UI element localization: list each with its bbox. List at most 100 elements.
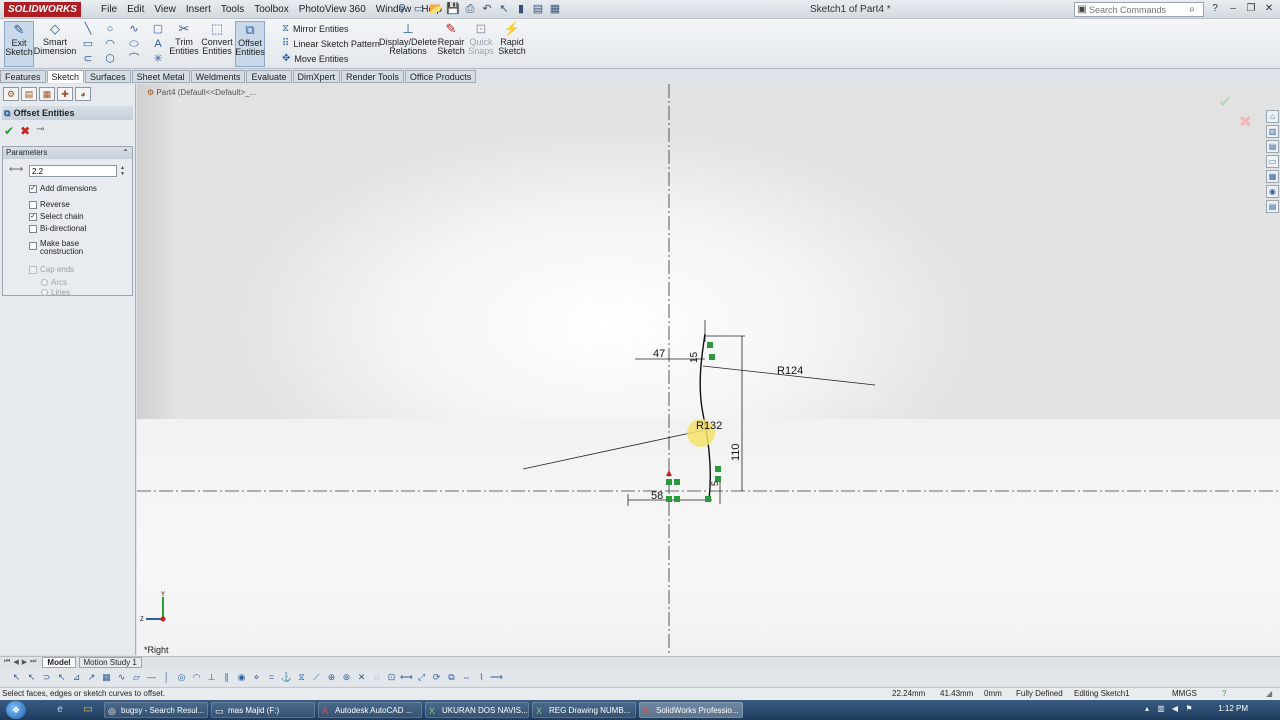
concentric-icon[interactable]: ◉ (235, 671, 248, 684)
move-entities-button[interactable]: ✥ Move Entities (282, 53, 348, 64)
dimension-110[interactable]: 110 (730, 443, 742, 461)
dimension-icon[interactable]: ⟷ (400, 671, 413, 684)
task-bugsy-search[interactable]: ◎ bugsy - Search Resul... (104, 702, 208, 718)
open-icon[interactable]: 📂 (429, 2, 443, 16)
convert-entities-button[interactable]: ⬚ Convert Entities (201, 21, 233, 67)
keep-visible-pin-icon[interactable]: ⊸ (36, 124, 44, 138)
menu-insert[interactable]: Insert (181, 2, 216, 17)
ok-check-icon[interactable]: ✔ (4, 124, 14, 138)
task-ukuran-dos[interactable]: X UKURAN DOS NAVIS... (425, 702, 529, 718)
merge-icon[interactable]: ⊕ (325, 671, 338, 684)
collapse-chevron-icon[interactable]: ⌃ (122, 147, 129, 159)
help-icon[interactable]: ? (1208, 2, 1222, 16)
arrow-icon[interactable]: ↗ (85, 671, 98, 684)
slot-tool-icon[interactable]: ⊂ (80, 52, 96, 66)
vertical-icon[interactable]: │ (160, 671, 173, 684)
flag-icon[interactable]: ⚑ (1184, 703, 1194, 715)
graphics-area[interactable]: ⚙ Part4 (Default<<Default>_... ⌕ ⌕ ◧ ⬒ ❒… (137, 84, 1280, 657)
stretch-icon[interactable]: ⇔ (460, 671, 473, 684)
bi-directional-option[interactable]: Bi-directional (29, 224, 86, 233)
menu-edit[interactable]: Edit (122, 2, 149, 17)
intersection-icon[interactable]: ✕ (355, 671, 368, 684)
lines-radio[interactable] (41, 289, 48, 296)
relation-marker[interactable] (715, 466, 721, 472)
coincident-icon[interactable]: ◎ (175, 671, 188, 684)
relation-marker[interactable] (674, 479, 680, 485)
appearances-icon[interactable]: ◉ (1266, 185, 1279, 198)
network-icon[interactable]: ▥ (1156, 703, 1166, 715)
reverse-checkbox[interactable] (29, 200, 37, 209)
new-document-icon[interactable]: ▭ (412, 2, 426, 16)
unit-system[interactable]: MMGS (1172, 688, 1197, 700)
extend-icon[interactable]: ⟶ (490, 671, 503, 684)
copy-icon[interactable]: ⧉ (445, 671, 458, 684)
task-autocad[interactable]: A Autodesk AutoCAD ... (318, 702, 422, 718)
dimension-r124[interactable]: R124 (777, 365, 803, 377)
display-manager-tab-icon[interactable]: ◕ (75, 87, 91, 101)
tab-features[interactable]: Features (0, 70, 46, 83)
equal-icon[interactable]: = (265, 671, 278, 684)
grid-icon[interactable]: ▦ (100, 671, 113, 684)
relation-marker[interactable] (666, 479, 672, 485)
reverse-option[interactable]: Reverse (29, 200, 70, 209)
spline-tool-icon[interactable]: ∿ (126, 22, 142, 36)
repair-sketch-button[interactable]: ✎ Repair Sketch (437, 21, 465, 67)
polygon-tool-icon[interactable]: ⬡ (102, 52, 118, 66)
dimension-58[interactable]: 58 (651, 490, 663, 502)
offset-entities-button[interactable]: ⧉ Offset Entities (235, 21, 265, 67)
smart-dimension-button[interactable]: ◇ Smart Dimension (34, 21, 77, 67)
fillet-tool-icon[interactable]: ⌒ (126, 52, 142, 66)
split-icon[interactable]: ⌇ (475, 671, 488, 684)
pointer-icon[interactable]: ↖ (55, 671, 68, 684)
restore-icon[interactable]: ❐ (1244, 2, 1258, 16)
resize-grip-icon[interactable]: ◢ (1266, 688, 1272, 700)
select-icon[interactable]: ↖ (497, 2, 511, 16)
rapid-sketch-button[interactable]: ⚡ Rapid Sketch (498, 21, 526, 67)
task-mas-majid[interactable]: ▭ mas Majid (F:) (211, 702, 315, 718)
view-palette-icon[interactable]: ▦ (1266, 170, 1279, 183)
mirror-entities-button[interactable]: ⧖ Mirror Entities (282, 23, 349, 34)
folder-taskbar-icon[interactable]: ▭ (80, 703, 96, 717)
text-tool-icon[interactable]: A (150, 37, 166, 51)
curve-icon[interactable]: ∿ (115, 671, 128, 684)
add-dimensions-option[interactable]: ✓ Add dimensions (29, 184, 97, 193)
file-properties-icon[interactable]: ▤ (531, 2, 545, 16)
select-chain-checkbox[interactable]: ✓ (29, 212, 37, 221)
tab-weldments[interactable]: Weldments (190, 70, 246, 83)
dimension-47[interactable]: 47 (653, 348, 665, 360)
offset-distance-input[interactable] (29, 165, 117, 177)
dimension-r132[interactable]: R132 (696, 420, 722, 432)
display-delete-relations-button[interactable]: ⊥ Display/Delete Relations (379, 21, 437, 67)
menu-file[interactable]: File (96, 2, 122, 17)
select-other-icon[interactable]: ↖ (25, 671, 38, 684)
minimize-icon[interactable]: – (1226, 2, 1240, 16)
close-icon[interactable]: ✕ (1262, 2, 1276, 16)
solidworks-resources-icon[interactable]: ⌂ (1266, 110, 1279, 123)
feature-manager-tab-icon[interactable]: ⚙ (3, 87, 19, 101)
tab-evaluate[interactable]: Evaluate (246, 70, 292, 83)
dimension-15[interactable]: 15 (689, 351, 700, 363)
offset-spinner[interactable]: ▲ ▼ (118, 165, 127, 177)
menu-view[interactable]: View (149, 2, 181, 17)
fix-icon[interactable]: ⚓ (280, 671, 293, 684)
quick-snaps-button[interactable]: ⊡ Quick Snaps (468, 21, 494, 67)
magnet-icon[interactable]: ⊃ (40, 671, 53, 684)
taskbar-clock[interactable]: 1:12 PM (1218, 704, 1248, 713)
construction-geometry-icon[interactable]: ▢ (150, 22, 166, 36)
search-input[interactable] (1089, 4, 1185, 15)
circle-tool-icon[interactable]: ○ (102, 22, 118, 36)
folder-icon[interactable]: ▭ (1266, 155, 1279, 168)
linear-sketch-pattern-button[interactable]: ⠿ Linear Sketch Pattern (282, 38, 380, 49)
next-tab-arrow-icon[interactable]: ▶ (22, 658, 27, 666)
relation-marker[interactable] (707, 342, 713, 348)
tab-office-products[interactable]: Office Products (404, 70, 477, 83)
print-icon[interactable]: ⎙ (463, 2, 477, 16)
menu-photoview[interactable]: PhotoView 360 (294, 2, 371, 17)
display-relations-icon[interactable]: ⊡ (385, 671, 398, 684)
horizontal-icon[interactable]: ― (145, 671, 158, 684)
custom-properties-icon[interactable]: ▤ (1266, 200, 1279, 213)
rectangle-tool-icon[interactable]: ▭ (80, 37, 96, 51)
midpoint-icon[interactable]: ⋄ (250, 671, 263, 684)
search-commands-box[interactable]: ▣ ⌕ (1074, 2, 1204, 17)
select-icon[interactable]: ↖ (10, 671, 23, 684)
